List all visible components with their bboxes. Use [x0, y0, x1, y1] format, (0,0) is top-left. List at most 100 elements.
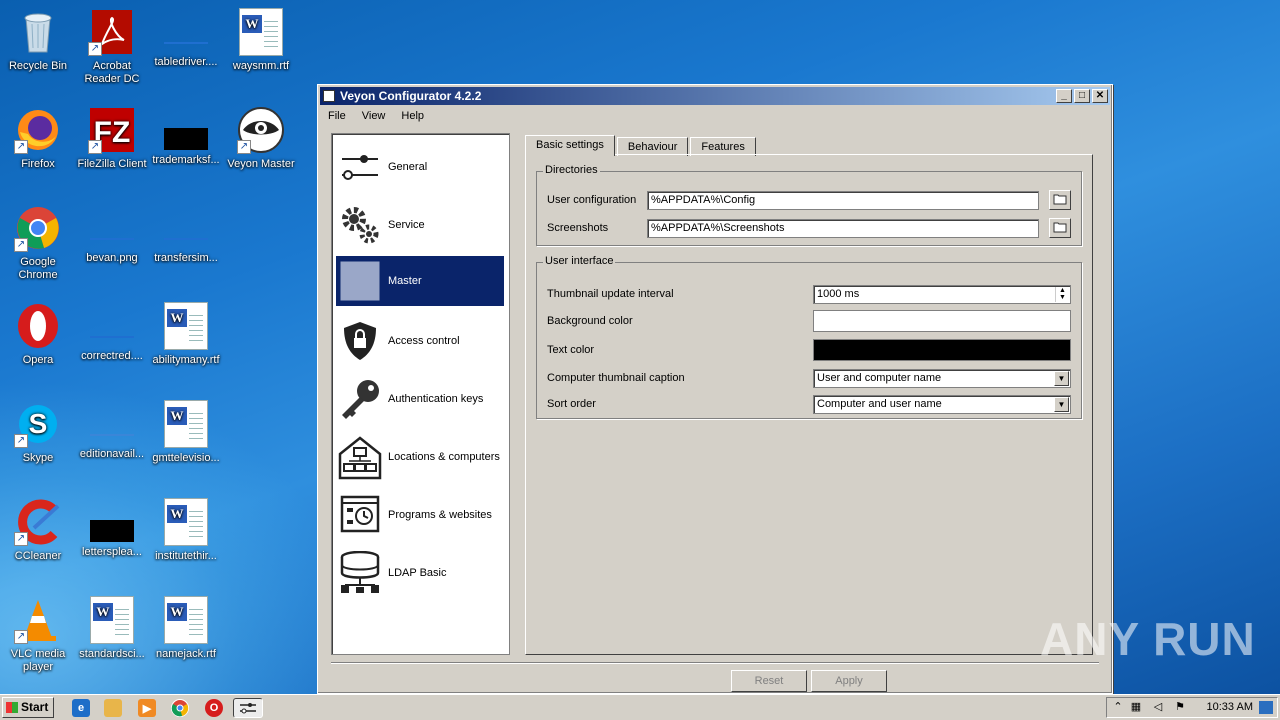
- program-clock-icon: [336, 493, 384, 537]
- clock[interactable]: 10:33 AM: [1207, 698, 1253, 717]
- image-file-icon: [88, 400, 136, 448]
- sidebar-item-locations-computers[interactable]: Locations & computers: [336, 432, 504, 482]
- screenshots-input[interactable]: %APPDATA%\Screenshots: [647, 219, 1039, 238]
- desktop-icon-firefox[interactable]: ↗ Firefox: [0, 106, 76, 171]
- desktop-icon-label: gmttelevisio...: [152, 452, 220, 464]
- spin-arrows-icon[interactable]: ▲ ▼: [1055, 287, 1069, 302]
- thumbnail-interval-spinbox[interactable]: 1000 ms ▲ ▼: [813, 285, 1071, 304]
- sidebar-item-service[interactable]: Service: [336, 200, 504, 250]
- word-document-icon: W: [162, 400, 210, 448]
- user-configuration-label: User configuration: [547, 194, 637, 206]
- desktop-icon-chrome[interactable]: ↗ Google Chrome: [0, 204, 76, 282]
- veyon-configurator-taskbar-button[interactable]: [233, 698, 263, 718]
- desktop-file-letterspleas[interactable]: lettersplea...: [74, 498, 150, 559]
- chevron-down-icon[interactable]: ▼: [1054, 397, 1069, 412]
- image-file-icon: [88, 204, 136, 252]
- desktop-file-transfersim[interactable]: transfersim...: [148, 204, 224, 265]
- word-document-icon: W: [88, 596, 136, 644]
- desktop-icon-filezilla[interactable]: FZ ↗ FileZilla Client: [74, 106, 150, 171]
- desktop-icon-label: transfersim...: [154, 252, 218, 264]
- thumbnail-interval-value: 1000 ms: [817, 288, 860, 300]
- browse-screenshots-button[interactable]: [1049, 218, 1071, 238]
- desktop-file-institutethir[interactable]: W institutethir...: [148, 498, 224, 563]
- desktop-file-tabledriver[interactable]: tabledriver....: [148, 8, 224, 69]
- image-file-icon: [88, 498, 136, 546]
- desktop-icon-opera[interactable]: Opera: [0, 302, 76, 367]
- window-titlebar[interactable]: Veyon Configurator 4.2.2 _ □ ✕: [320, 87, 1110, 105]
- desktop-icon-label: waysmm.rtf: [232, 60, 290, 72]
- media-player-icon[interactable]: ▶: [138, 699, 156, 717]
- desktop-file-abilitymany[interactable]: W abilitymany.rtf: [148, 302, 224, 367]
- maximize-button[interactable]: □: [1074, 89, 1090, 103]
- sidebar-item-ldap-basic[interactable]: LDAP Basic: [336, 548, 504, 598]
- sidebar-item-programs-websites[interactable]: Programs & websites: [336, 490, 504, 540]
- desktop-icon-label: Veyon Master: [227, 158, 295, 170]
- desktop-icon-label: bevan.png: [86, 252, 138, 264]
- desktop-icon-vlc[interactable]: ↗ VLC media player: [0, 596, 76, 674]
- database-network-icon: [336, 551, 384, 595]
- desktop-file-gmttelevisio[interactable]: W gmttelevisio...: [148, 400, 224, 465]
- user-interface-group: User interface Thumbnail update interval…: [536, 255, 1082, 419]
- start-button[interactable]: Start: [2, 697, 54, 718]
- browse-user-config-button[interactable]: [1049, 190, 1071, 210]
- desktop-icon-recycle-bin[interactable]: Recycle Bin: [0, 8, 76, 73]
- desktop-icon-label: Acrobat Reader DC: [84, 60, 140, 85]
- sidebar-item-label: Programs & websites: [388, 509, 492, 521]
- ie-icon[interactable]: e: [72, 699, 90, 717]
- desktop-file-trademarksf[interactable]: trademarksf...: [148, 106, 224, 167]
- chrome-taskbar-icon[interactable]: [171, 699, 189, 717]
- menu-help[interactable]: Help: [393, 107, 432, 125]
- desktop-icon-label: lettersplea...: [82, 546, 142, 558]
- desktop-file-correctred[interactable]: correctred....: [74, 302, 150, 363]
- show-desktop-icon[interactable]: [1259, 701, 1273, 714]
- menu-file[interactable]: File: [320, 107, 354, 125]
- settings-tabs: Basic settings Behaviour Features: [525, 135, 758, 156]
- shortcut-arrow-icon: ↗: [88, 42, 102, 56]
- explorer-folder-icon[interactable]: [104, 699, 122, 717]
- chevron-down-icon[interactable]: ▼: [1054, 371, 1069, 386]
- sort-order-value: Computer and user name: [817, 398, 942, 410]
- shield-lock-icon: [336, 319, 384, 363]
- sort-order-label: Sort order: [547, 398, 596, 410]
- action-center-flag-icon[interactable]: ⚑: [1173, 701, 1187, 714]
- skype-icon: S ↗: [14, 400, 62, 448]
- shortcut-arrow-icon: ↗: [14, 140, 28, 154]
- tab-basic-settings[interactable]: Basic settings: [525, 135, 615, 156]
- thumbnail-caption-select[interactable]: User and computer name ▼: [813, 369, 1071, 388]
- sidebar-item-general[interactable]: General: [336, 142, 504, 192]
- network-icon[interactable]: ▦: [1129, 701, 1143, 714]
- desktop-file-editionavail[interactable]: editionavail...: [74, 400, 150, 461]
- desktop-file-waysmm[interactable]: W waysmm.rtf: [223, 8, 299, 73]
- shortcut-arrow-icon: ↗: [88, 140, 102, 154]
- desktop-file-standardsci[interactable]: W standardsci...: [74, 596, 150, 661]
- sidebar-item-access-control[interactable]: Access control: [336, 316, 504, 366]
- desktop-file-bevan[interactable]: bevan.png: [74, 204, 150, 265]
- desktop-icon-acrobat[interactable]: ↗ Acrobat Reader DC: [74, 8, 150, 86]
- gears-icon: [336, 203, 384, 247]
- sidebar-item-label: Access control: [388, 335, 460, 347]
- opera-taskbar-icon[interactable]: O: [205, 699, 223, 717]
- sidebar-item-authentication-keys[interactable]: Authentication keys: [336, 374, 504, 424]
- close-button[interactable]: ✕: [1092, 89, 1108, 103]
- sort-order-select[interactable]: Computer and user name ▼: [813, 395, 1071, 414]
- desktop-icon-skype[interactable]: S ↗ Skype: [0, 400, 76, 465]
- sidebar-item-master[interactable]: Master: [336, 256, 504, 306]
- menu-view[interactable]: View: [354, 107, 394, 125]
- thumbnail-caption-label: Computer thumbnail caption: [547, 372, 685, 384]
- desktop-icon-label: Recycle Bin: [8, 60, 68, 72]
- desktop-icon-veyon-master[interactable]: ↗ Veyon Master: [223, 106, 299, 171]
- background-color-swatch[interactable]: [813, 310, 1071, 332]
- text-color-swatch[interactable]: [813, 339, 1071, 361]
- desktop-file-namejack[interactable]: W namejack.rtf: [148, 596, 224, 661]
- desktop-icon-ccleaner[interactable]: ↗ CCleaner: [0, 498, 76, 563]
- background-color-label: Background color: [547, 315, 633, 327]
- apply-button[interactable]: Apply: [811, 670, 887, 692]
- user-configuration-input[interactable]: %APPDATA%\Config: [647, 191, 1039, 210]
- minimize-button[interactable]: _: [1056, 89, 1072, 103]
- chevron-up-icon[interactable]: ⌃: [1111, 701, 1125, 714]
- window-title: Veyon Configurator 4.2.2: [340, 89, 482, 103]
- opera-icon: [14, 302, 62, 350]
- menu-bar: File View Help: [320, 107, 432, 125]
- volume-icon[interactable]: ◁: [1151, 701, 1165, 714]
- reset-button[interactable]: Reset: [731, 670, 807, 692]
